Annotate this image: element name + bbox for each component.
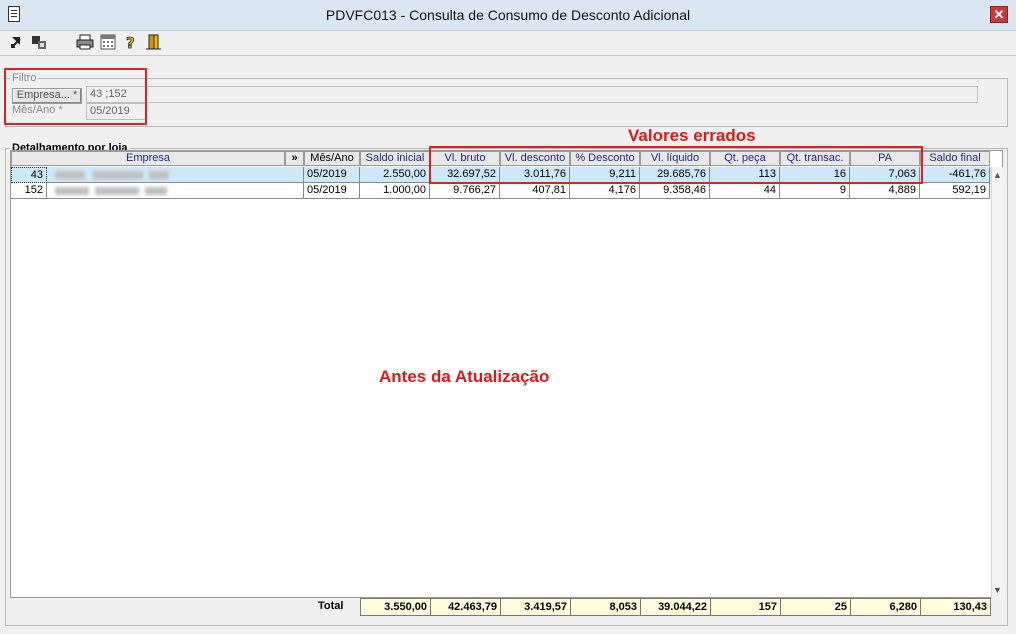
cell-empresa-code: 152	[11, 183, 47, 199]
total-saldo-final: 130,43	[920, 598, 991, 616]
cell-empresa-name-redacted	[47, 183, 304, 199]
total-pa: 6,280	[850, 598, 921, 616]
column-header-saldo-inicial[interactable]: Saldo inicial	[360, 151, 430, 166]
vertical-scrollbar[interactable]: ▲ ▼	[991, 167, 1003, 598]
enter-icon[interactable]	[8, 33, 26, 51]
total-vl-bruto: 42.463,79	[430, 598, 501, 616]
cell-saldo-inicial: 2.550,00	[360, 167, 430, 183]
expand-columns-button[interactable]: »	[285, 151, 304, 166]
total-qt-peca: 157	[710, 598, 781, 616]
scroll-up-arrow-icon[interactable]: ▲	[992, 169, 1003, 181]
cell-qt-transac: 9	[780, 183, 850, 199]
toolbar-separator	[0, 55, 1016, 56]
cell-qt-peca: 44	[710, 183, 780, 199]
cell-vl-desconto: 407,81	[500, 183, 570, 199]
column-header-mes-ano[interactable]: Mês/Ano	[304, 151, 360, 166]
table-row[interactable]: 152 05/2019 1.000,00 9.766,27 407,81 4,1…	[11, 183, 991, 199]
cell-vl-bruto: 9.766,27	[430, 183, 500, 199]
cell-mes-ano: 05/2019	[304, 167, 360, 183]
window-title: PDVFC013 - Consulta de Consumo de Descon…	[325, 7, 691, 23]
total-vl-desconto: 3.419,57	[500, 598, 571, 616]
calculator-icon[interactable]	[99, 33, 117, 51]
cell-saldo-final: 592,19	[920, 183, 990, 199]
exit-door-icon[interactable]	[145, 33, 163, 51]
total-pct-desconto: 8,053	[570, 598, 641, 616]
cell-pct-desconto: 4,176	[570, 183, 640, 199]
total-vl-liquido: 39.044,22	[640, 598, 711, 616]
total-qt-transac: 25	[780, 598, 851, 616]
filter-highlight-box	[4, 68, 147, 125]
cell-pa: 4,889	[850, 183, 920, 199]
wrong-values-highlight-box	[429, 146, 923, 184]
cell-empresa-code: 43	[11, 167, 47, 183]
cell-empresa-name-redacted	[47, 167, 304, 183]
navigate-icon[interactable]	[30, 33, 48, 51]
cell-mes-ano: 05/2019	[304, 183, 360, 199]
total-label: Total	[318, 600, 344, 612]
scroll-down-arrow-icon[interactable]: ▼	[992, 584, 1003, 596]
cell-saldo-inicial: 1.000,00	[360, 183, 430, 199]
column-header-empresa[interactable]: Empresa	[11, 151, 285, 166]
column-header-saldo-final[interactable]: Saldo final	[920, 151, 990, 166]
cell-vl-liquido: 9.358,46	[640, 183, 710, 199]
close-button[interactable]: ✕	[990, 6, 1008, 23]
cell-saldo-final: -461,76	[920, 167, 990, 183]
print-icon[interactable]	[76, 33, 94, 51]
help-icon[interactable]: ?	[122, 33, 140, 53]
svg-text:?: ?	[126, 34, 135, 51]
total-saldo-inicial: 3.550,00	[360, 598, 431, 616]
annotation-wrong-values: Valores errados	[628, 126, 756, 145]
annotation-before-update: Antes da Atualização	[379, 367, 550, 386]
empresa-field[interactable]: 43 ;152	[86, 86, 978, 103]
